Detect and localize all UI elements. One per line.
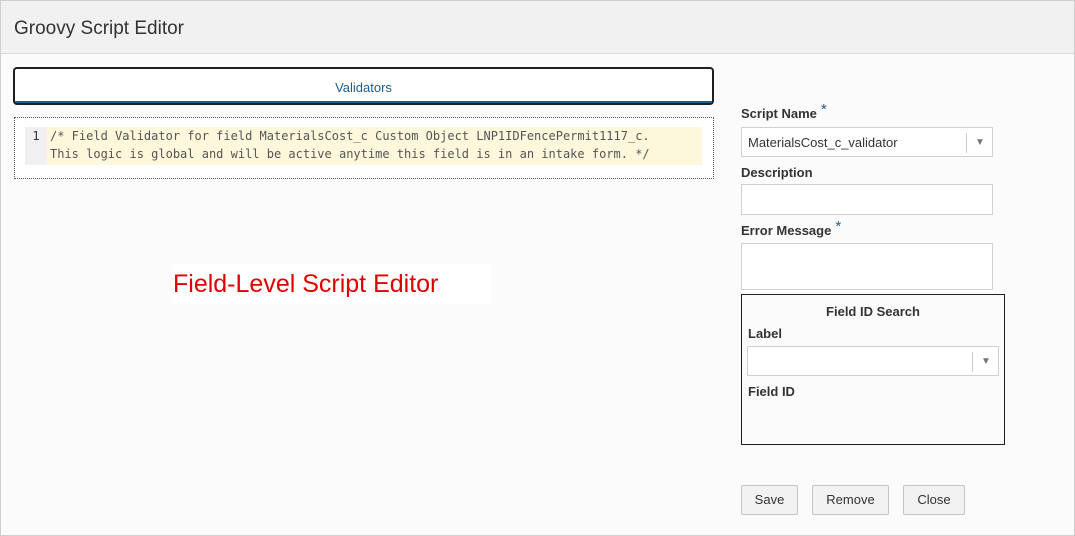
description-input[interactable] [741, 184, 993, 215]
field-id-label: Field ID [748, 384, 795, 399]
groovy-script-editor-window: Groovy Script Editor Validators 1 /* Fie… [0, 0, 1075, 536]
tab-bar: Validators [13, 67, 714, 105]
code-line: /* Field Validator for field MaterialsCo… [50, 129, 650, 143]
chevron-down-icon[interactable]: ▼ [968, 128, 992, 158]
code-content[interactable]: /* Field Validator for field MaterialsCo… [47, 127, 702, 165]
title-bar: Groovy Script Editor [1, 1, 1074, 54]
description-label: Description [741, 165, 813, 180]
label-field-label: Label [748, 326, 782, 341]
tab-validators[interactable]: Validators [15, 69, 712, 103]
field-id-search-panel: Field ID Search Label ▼ Field ID [741, 294, 1005, 445]
script-name-label-text: Script Name [741, 106, 817, 121]
error-message-label-text: Error Message [741, 223, 832, 238]
field-id-search-title: Field ID Search [826, 304, 920, 319]
required-marker: * [820, 101, 827, 118]
select-divider [966, 133, 967, 153]
remove-button[interactable]: Remove [812, 485, 889, 515]
line-number-gutter: 1 [25, 127, 47, 165]
select-divider [972, 352, 973, 372]
script-name-label: Script Name * [741, 101, 827, 122]
error-message-input[interactable] [741, 243, 993, 290]
window-title: Groovy Script Editor [14, 18, 184, 39]
field-id-label-text: Field ID [748, 384, 795, 399]
code-editor[interactable]: 1 /* Field Validator for field Materials… [14, 117, 714, 179]
description-label-text: Description [741, 165, 813, 180]
error-message-label: Error Message * [741, 218, 841, 239]
chevron-down-icon[interactable]: ▼ [974, 347, 998, 377]
line-number: 1 [32, 129, 40, 143]
close-button[interactable]: Close [903, 485, 965, 515]
script-name-value: MaterialsCost_c_validator [748, 135, 898, 150]
label-select[interactable]: ▼ [747, 346, 999, 376]
annotation-label: Field-Level Script Editor [171, 264, 491, 304]
label-field-label-text: Label [748, 326, 782, 341]
code-line: This logic is global and will be active … [50, 147, 650, 161]
required-marker: * [835, 218, 842, 235]
save-button[interactable]: Save [741, 485, 798, 515]
script-name-select[interactable]: MaterialsCost_c_validator ▼ [741, 127, 993, 157]
